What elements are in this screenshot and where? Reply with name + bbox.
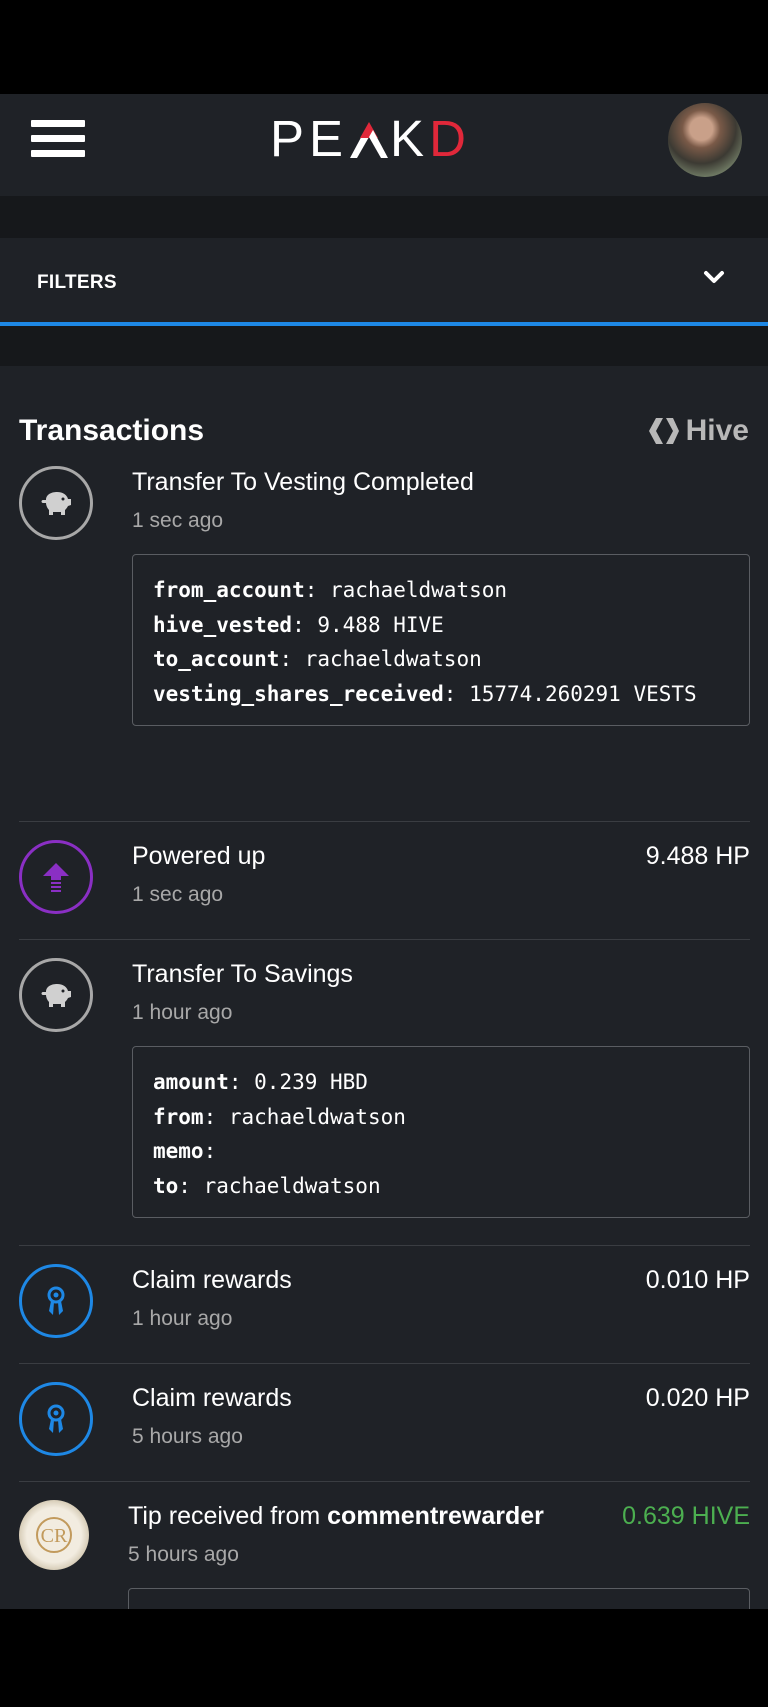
transaction-item: Claim rewards 5 hours ago 0.020 HP (19, 1364, 750, 1482)
detail-row: to_account: rachaeldwatson (153, 647, 482, 671)
award-ribbon-icon (19, 1264, 93, 1338)
transaction-item: Claim rewards 1 hour ago 0.010 HP (19, 1246, 750, 1364)
transaction-item: Transfer To Savings 1 hour ago amount: 0… (19, 940, 750, 1246)
logo-letter-k: K (390, 110, 430, 167)
filters-toggle[interactable]: FILTERS (0, 238, 768, 326)
transaction-item: Transfer To Vesting Completed 1 sec ago … (19, 466, 750, 822)
chevron-down-icon (704, 271, 724, 283)
transaction-amount: 0.010 HP (645, 1266, 750, 1294)
detail-row: to: rachaeldwatson (153, 1173, 381, 1198)
transaction-item: CR Tip received from commentrewarder 5 h… (19, 1482, 750, 1609)
piggy-bank-icon (19, 466, 93, 540)
detail-row: memo: (153, 1139, 217, 1163)
transaction-details (128, 1588, 750, 1609)
power-up-arrow-icon (19, 840, 93, 914)
svg-text:CR: CR (41, 1525, 68, 1547)
chain-label: Hive (648, 414, 749, 448)
transaction-title: Claim rewards (132, 1384, 292, 1412)
transactions-panel: Transactions Hive Transfer To Vesting Co… (0, 366, 768, 1609)
transaction-time: 1 hour ago (132, 1307, 233, 1330)
transaction-amount: 0.639 HIVE (622, 1502, 750, 1530)
transaction-amount: 9.488 HP (645, 842, 750, 870)
chain-label-text: Hive (685, 414, 749, 447)
transaction-time: 1 sec ago (132, 509, 224, 532)
transaction-time: 1 sec ago (132, 883, 224, 906)
logo-a-mark-icon (348, 114, 390, 164)
hamburger-menu-icon[interactable] (31, 120, 85, 158)
transaction-title: Claim rewards (132, 1266, 292, 1294)
transaction-amount: 0.020 HP (645, 1384, 750, 1412)
detail-row: from_account: rachaeldwatson (153, 578, 508, 602)
status-bar (0, 0, 768, 94)
transaction-details: amount: 0.239 HBD from: rachaeldwatson m… (132, 1046, 750, 1218)
transaction-time: 5 hours ago (132, 1425, 243, 1448)
navigation-bar (0, 1609, 768, 1707)
tip-sender-link[interactable]: commentrewarder (327, 1502, 544, 1530)
transaction-title: Powered up (132, 842, 266, 870)
transaction-time: 5 hours ago (128, 1543, 239, 1566)
transaction-title: Tip received from commentrewarder (128, 1502, 544, 1530)
user-avatar[interactable] (668, 103, 742, 177)
award-ribbon-icon (19, 1382, 93, 1456)
detail-row: hive_vested: 9.488 HIVE (153, 612, 444, 637)
filters-label: FILTERS (37, 272, 117, 293)
page-title: Transactions (19, 414, 205, 447)
commentrewarder-logo[interactable]: CR (19, 1500, 89, 1570)
transaction-time: 1 hour ago (132, 1001, 233, 1024)
detail-row: amount: 0.239 HBD (153, 1070, 368, 1094)
spacer (0, 196, 768, 238)
transaction-details: from_account: rachaeldwatson hive_vested… (132, 554, 750, 726)
spacer (0, 326, 768, 366)
peakd-logo[interactable]: PE K D (270, 110, 471, 167)
piggy-bank-icon (19, 958, 93, 1032)
detail-row: from: rachaeldwatson (153, 1104, 406, 1129)
logo-letter-d: D (429, 110, 471, 167)
hive-logo-icon (648, 418, 679, 444)
logo-letters-pe: PE (270, 110, 349, 167)
detail-row: vesting_shares_received: 15774.260291 VE… (153, 681, 697, 706)
transaction-item: Powered up 1 sec ago 9.488 HP (19, 822, 750, 940)
transaction-title: Transfer To Vesting Completed (132, 468, 474, 496)
transaction-title: Transfer To Savings (132, 960, 353, 988)
